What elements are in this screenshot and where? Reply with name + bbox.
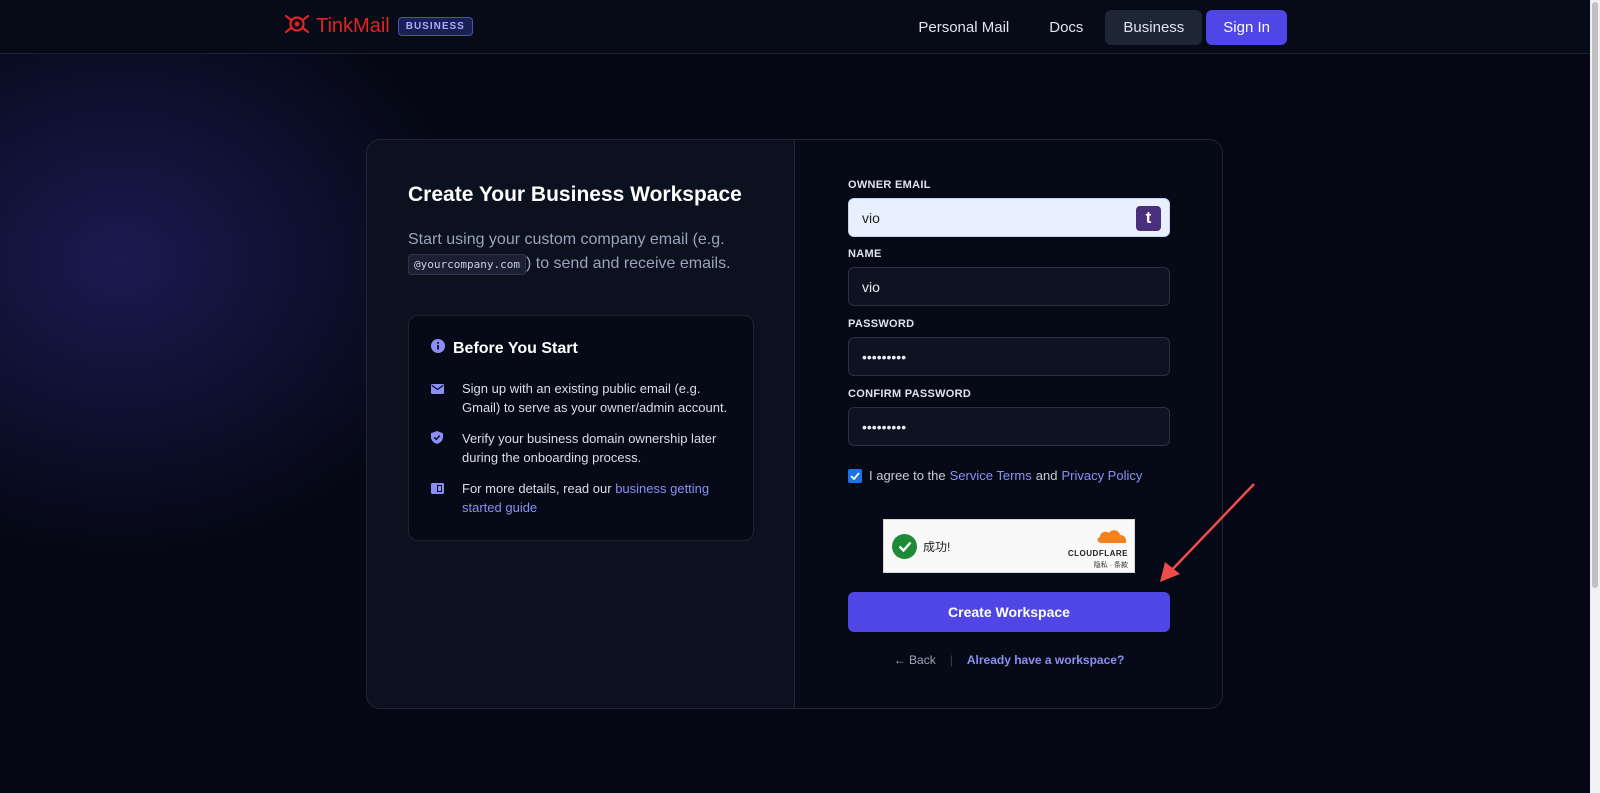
- intro-text-after: ) to send and receive emails.: [525, 255, 731, 272]
- workspace-card: Create Your Business Workspace Start usi…: [366, 139, 1223, 709]
- password-label: PASSWORD: [848, 318, 915, 330]
- tip-verify-domain-text: Verify your business domain ownership la…: [462, 431, 717, 465]
- tip-public-email: Sign up with an existing public email (e…: [431, 379, 731, 417]
- nav-business[interactable]: Business: [1105, 10, 1203, 45]
- intro-text: Start using your custom company email (e…: [408, 228, 753, 277]
- privacy-policy-link[interactable]: Privacy Policy: [1061, 468, 1142, 483]
- owner-email-label: OWNER EMAIL: [848, 179, 931, 191]
- signup-form: OWNER EMAIL t NAME PASSWORD CONFIRM PASS…: [795, 140, 1222, 708]
- name-input[interactable]: [848, 267, 1170, 306]
- checkmark-icon: [850, 471, 860, 480]
- page-title: Create Your Business Workspace: [408, 183, 742, 206]
- create-workspace-button[interactable]: Create Workspace: [848, 592, 1170, 632]
- captcha-status: 成功!: [923, 539, 951, 554]
- back-link[interactable]: ← Back: [894, 653, 936, 667]
- top-nav-bar: TinkMail BUSINESS Personal Mail Docs Bus…: [0, 0, 1600, 54]
- nav-personal-mail[interactable]: Personal Mail: [900, 10, 1027, 45]
- cloudflare-wordmark: CLOUDFLARE: [1067, 549, 1128, 558]
- brand-logo[interactable]: TinkMail BUSINESS: [284, 13, 473, 40]
- before-you-start-heading: Before You Start: [453, 339, 578, 357]
- agree-and: and: [1035, 468, 1058, 483]
- tip-verify-domain: Verify your business domain ownership la…: [431, 429, 731, 467]
- business-badge: BUSINESS: [397, 17, 473, 36]
- cloudflare-cloud-icon: [1097, 530, 1127, 543]
- mail-icon: [431, 381, 445, 417]
- footer-divider: |: [949, 653, 953, 667]
- terms-agreement: I agree to the Service Terms and Privacy…: [848, 468, 1146, 483]
- confirm-password-input[interactable]: [848, 407, 1170, 446]
- scrollbar-thumb[interactable]: [1592, 2, 1598, 588]
- tip-guide-text: For more details, read our business gett…: [462, 479, 731, 517]
- before-you-start-box: Before You Start Sign up with an existin…: [408, 315, 754, 541]
- autofill-extension-button[interactable]: t: [1136, 206, 1161, 231]
- main-nav: Personal Mail Docs Business Sign In: [900, 10, 1287, 45]
- cloudflare-captcha-widget[interactable]: 成功! CLOUDFLARE 隐私 · 条款: [883, 519, 1135, 573]
- tip-public-email-text: Sign up with an existing public email (e…: [462, 381, 728, 415]
- info-panel: Create Your Business Workspace Start usi…: [367, 140, 795, 708]
- form-footer: ← Back | Already have a workspace?: [848, 653, 1170, 667]
- password-input[interactable]: [848, 337, 1170, 376]
- confirm-password-label: CONFIRM PASSWORD: [848, 388, 972, 400]
- owner-email-input[interactable]: [848, 198, 1170, 237]
- tinkmail-logo-icon: [284, 13, 310, 40]
- agree-prefix: I agree to the: [869, 468, 946, 483]
- before-you-start-title: Before You Start: [431, 339, 578, 358]
- page-scrollbar[interactable]: [1590, 0, 1600, 793]
- cloudflare-logo: CLOUDFLARE 隐私 · 条款: [1068, 528, 1128, 570]
- nav-docs[interactable]: Docs: [1031, 10, 1101, 45]
- info-icon: [431, 339, 453, 358]
- tip-guide-prefix: For more details, read our: [462, 481, 616, 496]
- sign-in-button[interactable]: Sign In: [1206, 10, 1287, 45]
- annotation-arrow: [1150, 480, 1260, 590]
- service-terms-link[interactable]: Service Terms: [950, 468, 1032, 483]
- success-check-icon: [892, 533, 917, 559]
- tip-guide: For more details, read our business gett…: [431, 479, 731, 517]
- intro-text-before: Start using your custom company email (e…: [408, 231, 725, 248]
- name-label: NAME: [848, 248, 882, 260]
- domain-example-code: @yourcompany.com: [408, 254, 526, 275]
- agree-checkbox[interactable]: [848, 468, 862, 483]
- already-have-workspace-link[interactable]: Already have a workspace?: [967, 653, 1124, 667]
- shield-check-icon: [431, 431, 445, 467]
- book-icon: [431, 481, 445, 517]
- brand-name: TinkMail: [316, 15, 390, 37]
- captcha-links[interactable]: 隐私 · 条款: [1068, 560, 1128, 570]
